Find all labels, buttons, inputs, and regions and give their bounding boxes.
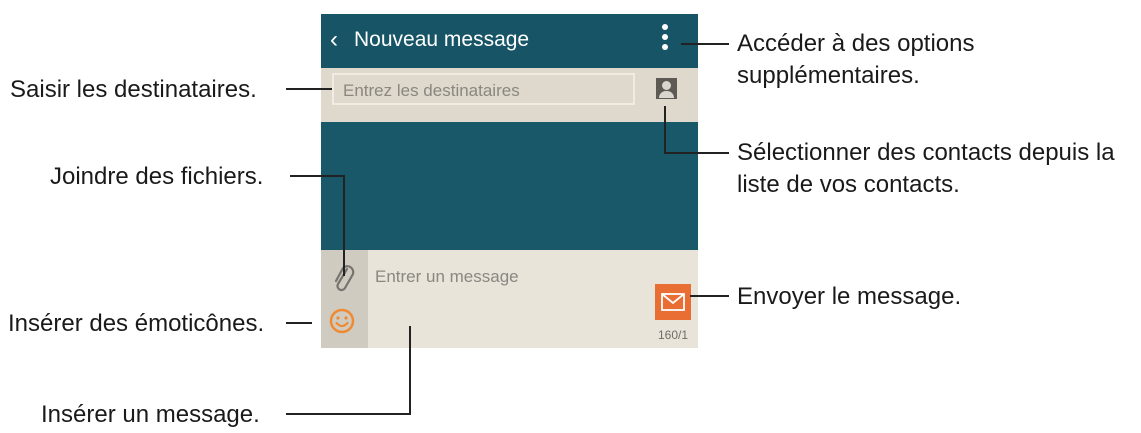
callout-options-line2: supplémentaires. — [737, 62, 920, 89]
callout-contacts-line1: Sélectionner des contacts depuis la — [737, 139, 1115, 166]
callout-recipients: Saisir les destinataires. — [10, 76, 257, 103]
callout-emoticons: Insérer des émoticônes. — [8, 310, 265, 337]
callout-contacts-line2: liste de vos contacts. — [737, 171, 960, 198]
recipients-input[interactable]: Entrez les destinataires — [332, 73, 635, 105]
compose-tools — [321, 250, 368, 348]
more-options-icon[interactable] — [659, 24, 671, 58]
callout-options-line1: Accéder à des options — [737, 30, 975, 57]
app-bar: ‹ Nouveau message — [321, 14, 698, 68]
recipients-placeholder: Entrez les destinataires — [343, 81, 520, 100]
callout-send: Envoyer le message. — [737, 283, 962, 310]
send-button[interactable] — [655, 284, 691, 320]
app-title: Nouveau message — [354, 28, 530, 51]
character-counter: 160/1 — [658, 328, 689, 342]
callout-attach: Joindre des fichiers. — [50, 163, 264, 190]
recipients-bar: Entrez les destinataires — [321, 68, 698, 122]
messaging-screen: ‹ Nouveau message Entrez les destinatair… — [321, 14, 698, 348]
send-icon — [661, 293, 685, 311]
message-input[interactable]: Entrer un message — [375, 267, 519, 287]
compose-area: Entrer un message 160/1 — [321, 250, 698, 348]
callout-message: Insérer un message. — [41, 401, 260, 428]
paperclip-icon[interactable] — [332, 263, 356, 295]
back-icon[interactable]: ‹ — [330, 28, 338, 52]
contact-icon[interactable] — [656, 78, 677, 99]
emoji-icon[interactable] — [329, 308, 355, 334]
